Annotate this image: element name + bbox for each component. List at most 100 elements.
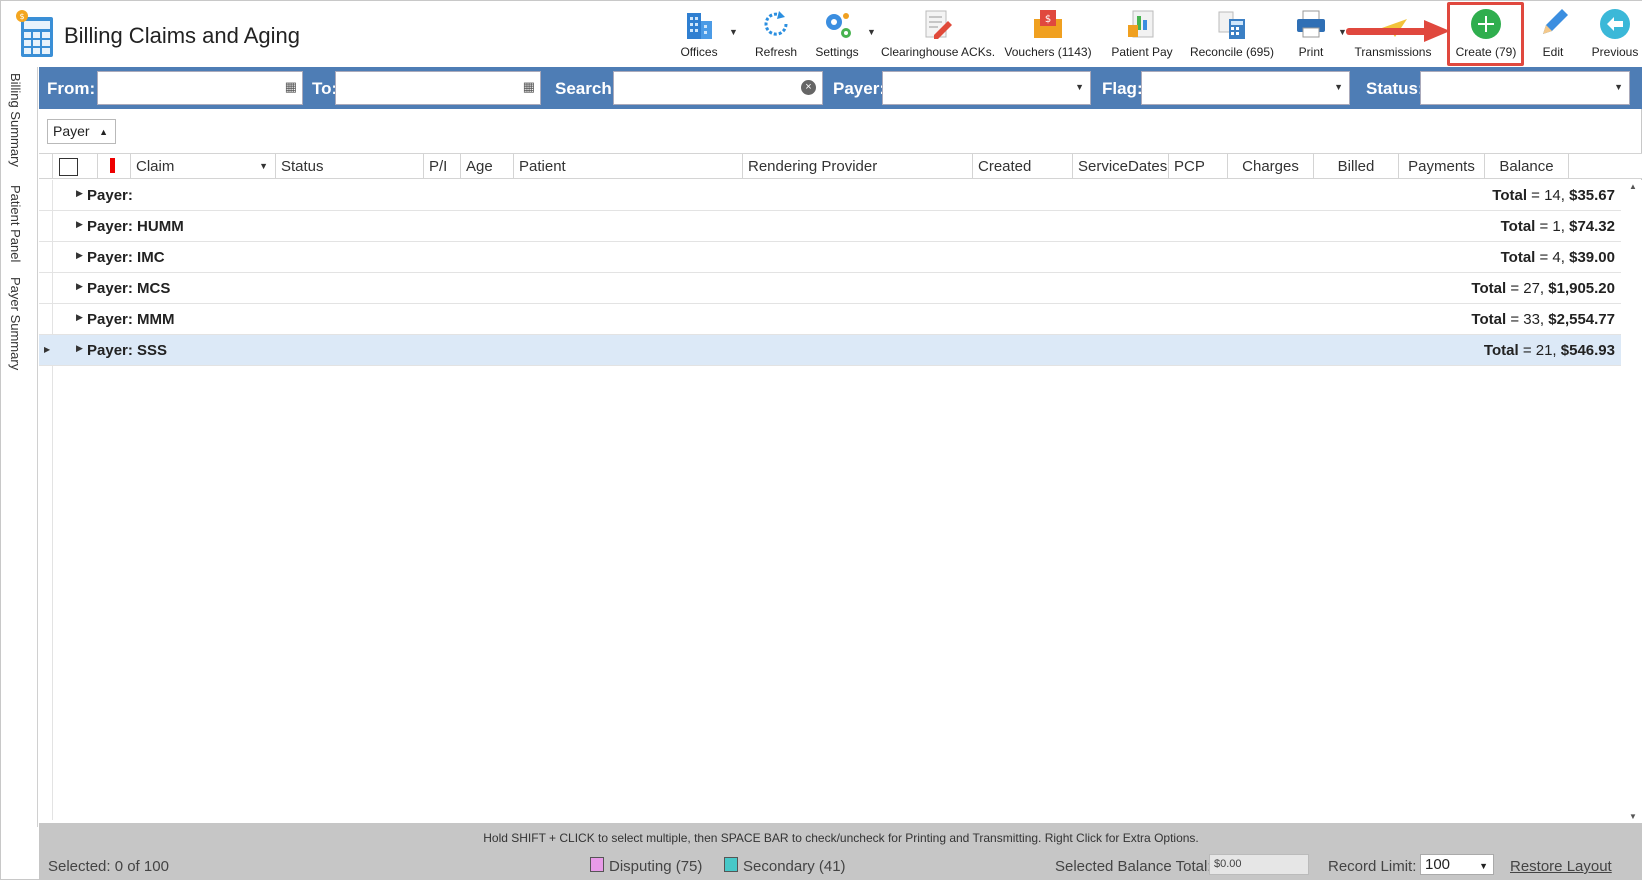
tab-payer-summary[interactable]: Payer Summary — [8, 277, 23, 370]
total-count: = 4, — [1539, 249, 1565, 266]
filter-bar: From: ▦ To: ▦ Search: × Payer: ▼ Flag: ▼… — [39, 67, 1642, 109]
col-pi[interactable]: P/I — [424, 154, 461, 179]
select-all-checkbox[interactable] — [59, 158, 78, 176]
clear-search-icon[interactable]: × — [801, 80, 816, 95]
total-count: = 33, — [1510, 311, 1545, 328]
offices-dropdown-caret-icon[interactable]: ▼ — [729, 27, 738, 37]
search-input[interactable]: × — [613, 71, 823, 105]
group-row[interactable]: ▶ Payer: MMM Total = 33, $2,554.77 — [39, 304, 1621, 335]
group-row[interactable]: ▶ Payer: MCS Total = 27, $1,905.20 — [39, 273, 1621, 304]
printer-icon — [1297, 10, 1325, 38]
col-rendering-provider[interactable]: Rendering Provider — [743, 154, 973, 179]
settings-dropdown-caret-icon[interactable]: ▼ — [867, 27, 876, 37]
col-service-dates[interactable]: ServiceDates — [1073, 154, 1169, 179]
patient-pay-label: Patient Pay — [1111, 45, 1173, 59]
chevron-down-icon: ▼ — [1334, 82, 1343, 92]
clearinghouse-acks-label: Clearinghouse ACKs. — [881, 45, 996, 59]
restore-layout-link[interactable]: Restore Layout — [1510, 858, 1612, 875]
group-row[interactable]: ▶ Payer: Total = 14, $35.67 — [39, 180, 1621, 211]
from-label: From: — [47, 79, 96, 98]
patient-pay-button[interactable]: Patient Pay — [1109, 5, 1175, 63]
svg-text:$: $ — [19, 12, 24, 21]
filter-dropdown-icon[interactable]: ▼ — [259, 154, 268, 179]
calendar-icon[interactable]: ▦ — [285, 79, 297, 95]
group-label: Payer: — [87, 187, 133, 204]
tab-patient-panel[interactable]: Patient Panel — [8, 185, 23, 262]
group-row[interactable]: ▶ Payer: HUMM Total = 1, $74.32 — [39, 211, 1621, 242]
previous-button[interactable]: Previous — [1589, 5, 1641, 63]
group-rows: ▶ Payer: Total = 14, $35.67 ▶ Payer: HUM… — [39, 180, 1621, 366]
expand-icon[interactable]: ▶ — [76, 250, 83, 261]
edit-label: Edit — [1542, 45, 1564, 59]
group-by-payer-chip[interactable]: Payer ▲ — [47, 119, 116, 144]
payer-select[interactable]: ▼ — [882, 71, 1091, 105]
tab-billing-summary[interactable]: Billing Summary — [8, 73, 23, 167]
col-patient[interactable]: Patient — [514, 154, 743, 179]
to-date-input[interactable]: ▦ — [335, 71, 541, 105]
group-total: Total = 4, $39.00 — [1501, 249, 1615, 266]
group-row[interactable]: ▶ Payer: IMC Total = 4, $39.00 — [39, 242, 1621, 273]
flag-select[interactable]: ▼ — [1141, 71, 1350, 105]
col-claim-label: Claim — [136, 158, 175, 175]
total-count: = 27, — [1510, 280, 1545, 297]
clearinghouse-acks-button[interactable]: Clearinghouse ACKs. — [881, 5, 996, 63]
expand-icon[interactable]: ▶ — [76, 219, 83, 230]
expand-icon[interactable]: ▶ — [76, 188, 83, 199]
group-total: Total = 27, $1,905.20 — [1471, 280, 1615, 297]
total-count: = 21, — [1522, 342, 1557, 359]
reconcile-button[interactable]: Reconcile (695) — [1189, 5, 1275, 63]
building-icon — [687, 13, 712, 39]
previous-label: Previous — [1591, 45, 1639, 59]
selected-count: Selected: 0 of 100 — [48, 858, 169, 875]
scroll-down-icon[interactable]: ▼ — [1629, 812, 1637, 821]
calculator-icon — [1218, 11, 1245, 39]
total-amount: $546.93 — [1560, 342, 1615, 359]
refresh-icon — [764, 11, 788, 36]
group-label: Payer: MCS — [87, 280, 171, 297]
flag-column-header[interactable] — [97, 154, 131, 179]
selected-balance-value: $0.00 — [1209, 854, 1309, 875]
status-label: Status: — [1366, 79, 1424, 98]
selected-balance-label: Selected Balance Total: — [1055, 858, 1212, 875]
col-claim[interactable]: Claim ▼ — [131, 154, 276, 179]
reconcile-label: Reconcile (695) — [1189, 45, 1275, 59]
flag-label: Flag: — [1102, 79, 1143, 98]
expand-icon[interactable]: ▶ — [76, 343, 83, 354]
total-prefix: Total — [1500, 218, 1536, 235]
pencil-icon — [1543, 9, 1568, 34]
total-prefix: Total — [1471, 311, 1507, 328]
from-date-input[interactable]: ▦ — [97, 71, 303, 105]
print-button[interactable]: Print — [1289, 5, 1333, 63]
disputing-legend: Disputing (75) — [609, 858, 703, 875]
col-balance[interactable]: Balance — [1485, 154, 1569, 179]
col-status[interactable]: Status — [276, 154, 424, 179]
group-row-selected[interactable]: ▶ ▶ Payer: SSS Total = 21, $546.93 — [39, 335, 1621, 366]
col-age[interactable]: Age — [461, 154, 514, 179]
refresh-button[interactable]: Refresh — [751, 5, 801, 63]
total-count: = 1, — [1539, 218, 1565, 235]
record-limit-select[interactable]: 100 ▼ — [1420, 854, 1494, 875]
col-created[interactable]: Created — [973, 154, 1073, 179]
edit-button[interactable]: Edit — [1531, 5, 1575, 63]
offices-button[interactable]: Offices — [673, 5, 725, 63]
secondary-swatch — [724, 857, 738, 872]
group-total: Total = 21, $546.93 — [1484, 342, 1615, 359]
expand-icon[interactable]: ▶ — [76, 312, 83, 323]
expand-icon[interactable]: ▶ — [76, 281, 83, 292]
status-select[interactable]: ▼ — [1420, 71, 1630, 105]
claims-grid: Claim ▼ Status P/I Age Patient Rendering … — [39, 153, 1642, 823]
group-label: Payer: HUMM — [87, 218, 184, 235]
col-billed[interactable]: Billed — [1314, 154, 1399, 179]
vertical-scrollbar[interactable]: ▲ ▼ — [1624, 180, 1642, 823]
calendar-icon[interactable]: ▦ — [523, 79, 535, 95]
back-arrow-icon — [1600, 9, 1630, 39]
settings-button[interactable]: Settings — [811, 5, 863, 63]
svg-text:$: $ — [1045, 14, 1051, 25]
scroll-up-icon[interactable]: ▲ — [1629, 182, 1637, 191]
col-charges[interactable]: Charges — [1228, 154, 1314, 179]
vouchers-button[interactable]: $ Vouchers (1143) — [1003, 5, 1093, 63]
col-pcp[interactable]: PCP — [1169, 154, 1228, 179]
col-payments[interactable]: Payments — [1399, 154, 1485, 179]
create-highlight-box — [1447, 2, 1524, 66]
group-label: Payer: IMC — [87, 249, 165, 266]
